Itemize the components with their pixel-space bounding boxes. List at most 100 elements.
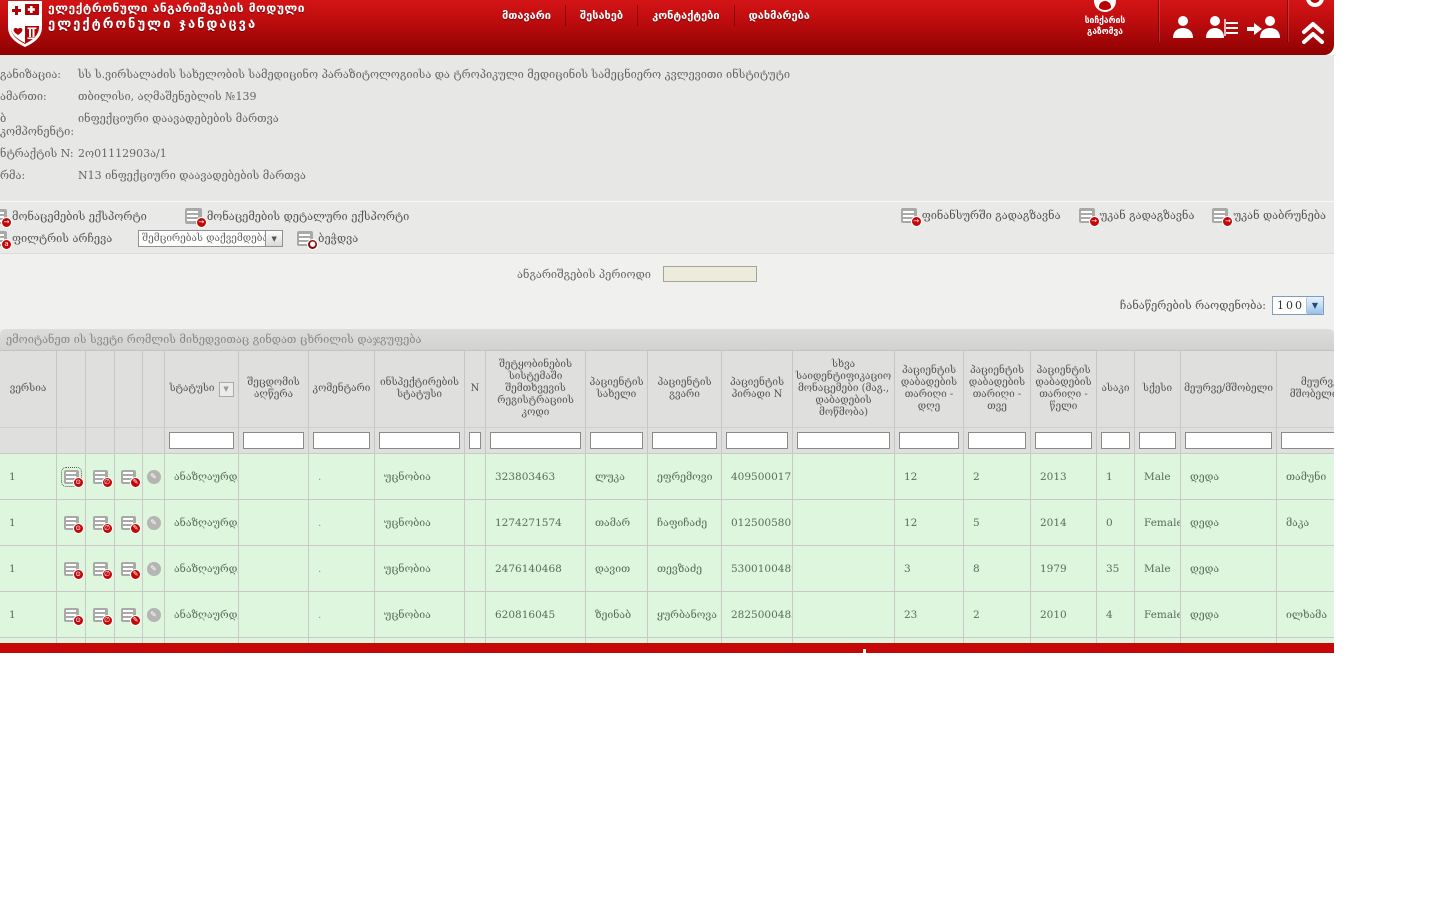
pencil-disabled-icon[interactable]: ✎ xyxy=(146,607,161,622)
collapse-header-icon[interactable] xyxy=(1300,20,1326,46)
column-header-guardian_name[interactable]: მეურვე/მშობელი - ს xyxy=(1277,351,1334,427)
app-window: ელექტრონული ანგარიშგების მოდული ელექტრონ… xyxy=(0,0,1334,654)
filter-cell-first_name xyxy=(586,428,648,453)
cell-birth_month: 2 xyxy=(964,592,1031,637)
cell-error xyxy=(239,546,309,591)
column-header-age[interactable]: ასაკი xyxy=(1097,351,1135,427)
doc-edit-icon[interactable]: ✎ xyxy=(121,607,141,626)
filter-input-error[interactable] xyxy=(243,432,304,449)
doc-block-icon[interactable]: ∅ xyxy=(92,607,113,626)
column-header-personal_n[interactable]: პაციენტის პირადი N xyxy=(722,351,793,427)
column-header-birth_day[interactable]: პაციენტის დაბადების თარიღი - დღე xyxy=(895,351,964,427)
cell-n xyxy=(465,592,486,637)
cell-version: 1 xyxy=(0,454,57,499)
filter-input-first_name[interactable] xyxy=(590,432,643,449)
user-icon xyxy=(1173,16,1193,38)
column-header-status[interactable]: სტატუსი ▼ xyxy=(165,351,239,427)
filter-input-personal_n[interactable] xyxy=(726,432,788,449)
user-profile-button[interactable] xyxy=(1163,6,1203,46)
filter-input-n[interactable] xyxy=(469,432,481,449)
filter-input-inspection[interactable] xyxy=(379,432,460,449)
pencil-disabled-icon[interactable]: ✎ xyxy=(146,469,161,484)
doc-search-icon[interactable]: ⊙ xyxy=(63,607,84,626)
cell-first_name: ლუკა xyxy=(586,454,648,499)
pencil-disabled-icon[interactable]: ✎ xyxy=(146,515,161,530)
filter-input-sex[interactable] xyxy=(1139,432,1176,449)
doc-block-icon[interactable]: ∅ xyxy=(92,469,113,488)
send-back-button[interactable]: → უკან გადაგზავნა xyxy=(1078,208,1194,227)
column-header-label: შეტყობინების სისტემაში შემთხვევის რეგისტ… xyxy=(497,359,574,418)
column-header-birth_year[interactable]: პაციენტის დაბადების თარიღი - წელი xyxy=(1031,351,1097,427)
filter-input-other_id[interactable] xyxy=(797,432,890,449)
print-button[interactable]: ● ბეჭდვა xyxy=(297,230,358,250)
filter-combobox-dropdown-icon[interactable]: ▼ xyxy=(266,229,284,247)
doc-search-icon[interactable]: ⊙ xyxy=(60,466,84,488)
send-to-financial-label: ფინანსურში გადაგზავნა xyxy=(921,209,1061,222)
pencil-disabled-icon[interactable]: ✎ xyxy=(146,561,161,576)
detailed-export-button[interactable]: → მონაცემების დეტალური ექსპორტი xyxy=(184,208,409,228)
nav-item-1[interactable]: შესახებ xyxy=(566,5,639,26)
footer-bar[interactable] xyxy=(0,643,1334,654)
filter-combobox-value[interactable]: შემცირებას დაქვემდებარ xyxy=(138,229,267,247)
filter-input-last_name[interactable] xyxy=(652,432,717,449)
column-header-action_edit[interactable] xyxy=(115,351,143,427)
column-header-label: სტატუსი xyxy=(169,383,215,394)
return-back-button[interactable]: → უკან დაბრუნება xyxy=(1212,208,1326,227)
filter-input-birth_year[interactable] xyxy=(1035,432,1092,449)
choose-filter-button[interactable]: a ფილტრის არჩევა xyxy=(0,230,112,250)
doc-block-icon[interactable]: ∅ xyxy=(92,561,113,580)
column-header-error[interactable]: შეცდომის აღწერა xyxy=(239,351,309,427)
records-count-select[interactable]: 100 ▼ xyxy=(1272,296,1324,315)
column-header-version[interactable]: ვერსია xyxy=(0,351,57,427)
status-filter-dropdown-icon[interactable]: ▼ xyxy=(218,381,234,397)
cell-birth_month: 5 xyxy=(964,500,1031,545)
column-header-action_reject[interactable] xyxy=(86,351,115,427)
cell-other_id xyxy=(793,454,895,499)
filter-input-reg_code[interactable] xyxy=(490,432,581,449)
send-back-badge-icon: → xyxy=(1088,216,1100,227)
column-header-label: პაციენტის სახელი xyxy=(589,377,644,400)
partially-visible-round-icon[interactable] xyxy=(1306,0,1324,7)
doc-block-icon[interactable]: ∅ xyxy=(92,515,113,534)
cell-comment: . xyxy=(309,454,375,499)
column-header-inspection[interactable]: ინსპექტირების სტატუსი xyxy=(375,351,465,427)
filter-cell-sex xyxy=(1135,428,1181,453)
doc-edit-icon[interactable]: ✎ xyxy=(121,515,141,534)
doc-edit-icon[interactable]: ✎ xyxy=(121,561,141,580)
export-data-button[interactable]: → მონაცემების ექსპორტი xyxy=(0,208,147,228)
column-header-other_id[interactable]: სხვა საიდენტიფიკაციო მონაცემები (მაგ., დ… xyxy=(793,351,895,427)
filter-cell-guardian xyxy=(1181,428,1277,453)
doc-edit-icon[interactable]: ✎ xyxy=(121,469,141,488)
filter-cell-birth_day xyxy=(895,428,964,453)
column-header-action_edit_disabled[interactable] xyxy=(143,351,165,427)
column-header-last_name[interactable]: პაციენტის გვარი xyxy=(648,351,722,427)
send-to-financial-button[interactable]: → ფინანსურში გადაგზავნა xyxy=(900,208,1061,227)
nav-item-0[interactable]: მთავარი xyxy=(488,5,567,26)
column-header-sex[interactable]: სქესი xyxy=(1135,351,1181,427)
filter-input-status[interactable] xyxy=(169,432,234,449)
nav-item-3[interactable]: დახმარება xyxy=(735,5,824,26)
report-period-input[interactable] xyxy=(662,266,757,282)
filter-input-guardian[interactable] xyxy=(1185,432,1272,449)
column-header-comment[interactable]: კომენტარი xyxy=(309,351,375,427)
filter-input-comment[interactable] xyxy=(313,432,370,449)
doc-search-icon[interactable]: ⊙ xyxy=(63,561,84,580)
filter-input-age[interactable] xyxy=(1101,432,1130,449)
column-header-first_name[interactable]: პაციენტის სახელი xyxy=(586,351,648,427)
column-header-action_view[interactable] xyxy=(57,351,86,427)
cell-comment: . xyxy=(309,500,375,545)
column-header-birth_month[interactable]: პაციენტის დაბადების თარიღი - თვე xyxy=(964,351,1031,427)
cell-action_view: ⊙ xyxy=(57,500,86,545)
nav-item-2[interactable]: კონტაქტები xyxy=(638,5,735,26)
filter-input-guardian_name[interactable] xyxy=(1281,432,1334,449)
column-header-guardian[interactable]: მეურვე/მშობელი xyxy=(1181,351,1277,427)
doc-search-icon[interactable]: ⊙ xyxy=(63,515,84,534)
user-details-button[interactable] xyxy=(1203,6,1243,46)
app-header: ელექტრონული ანგარიშგების მოდული ელექტრონ… xyxy=(0,0,1334,55)
speed-test-button[interactable]: სიჩქარის გაზომვა xyxy=(1066,0,1144,38)
logout-button[interactable] xyxy=(1243,6,1283,46)
column-header-reg_code[interactable]: შეტყობინების სისტემაში შემთხვევის რეგისტ… xyxy=(486,351,586,427)
filter-input-birth_month[interactable] xyxy=(968,432,1026,449)
column-header-n[interactable]: N xyxy=(465,351,486,427)
filter-input-birth_day[interactable] xyxy=(899,432,959,449)
